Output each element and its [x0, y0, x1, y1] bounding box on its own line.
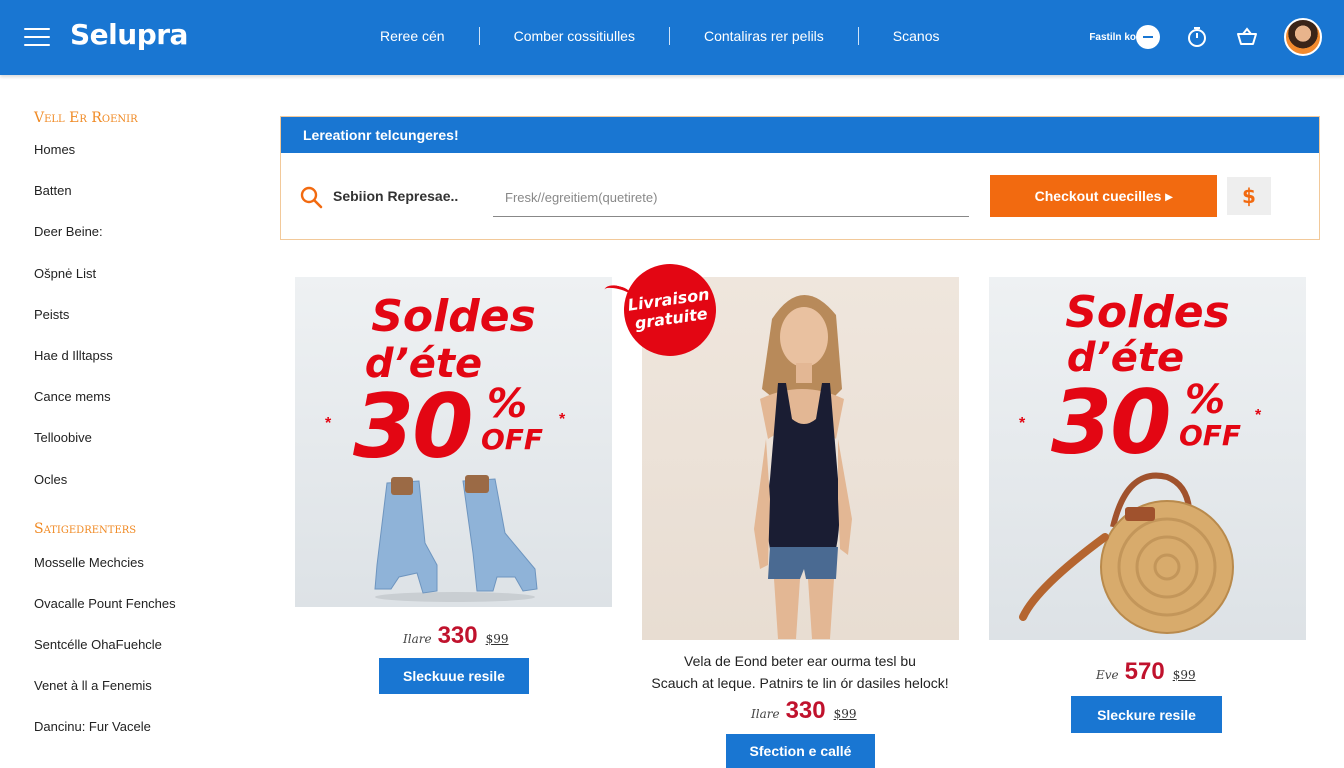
product-image-bag[interactable]: Soldes d’éte * 30 % OFF *	[989, 277, 1306, 640]
sidebar-item[interactable]: Homes	[34, 142, 254, 183]
nav-divider	[478, 27, 480, 45]
price-prefix: Ilare	[403, 632, 432, 646]
product-image-boots[interactable]: Soldes d’éte * 30 % OFF *	[295, 277, 612, 607]
price-prefix: Eve	[1096, 668, 1119, 682]
user-avatar[interactable]	[1284, 18, 1322, 56]
sidebar-item[interactable]: Ocles	[34, 472, 254, 513]
currency-button[interactable]: $	[1227, 177, 1271, 215]
sidebar-item[interactable]: Mosselle Mechcies	[34, 555, 254, 596]
price-row: Eve 570 $99	[1096, 658, 1196, 686]
star-icon: *	[1255, 407, 1262, 424]
sidebar-item[interactable]: Sentcélle OhaFuehcle	[34, 637, 254, 678]
price-row: Ilare 330 $99	[751, 697, 857, 725]
price-prefix: Ilare	[751, 707, 780, 721]
star-icon: *	[325, 415, 332, 432]
star-icon: *	[1019, 415, 1026, 432]
menu-icon[interactable]	[24, 28, 50, 46]
nav-link-2[interactable]: Comber cossitiulles	[514, 28, 635, 44]
description-line-2: Scauch at leque. Patnirs te lin ór dasil…	[651, 675, 949, 691]
sale-off: OFF	[481, 423, 544, 456]
sidebar-item[interactable]: Peists	[34, 307, 254, 348]
search-panel: Lereationr telcungeres! Sebiion Represae…	[280, 116, 1320, 240]
sidebar-item[interactable]: Deer Beine:	[34, 224, 254, 265]
star-icon: *	[559, 411, 566, 428]
brand-logo[interactable]: Selupra	[70, 18, 188, 51]
sidebar-item[interactable]: Cance mems	[34, 389, 254, 430]
nav-divider	[668, 27, 670, 45]
header-actions: Fastiln ko	[1089, 18, 1322, 56]
promo-banner: Lereationr telcungeres!	[281, 117, 1319, 153]
old-price: $99	[485, 632, 509, 646]
sidebar-item[interactable]: Venet à ll a Fenemis	[34, 678, 254, 719]
product-button[interactable]: Sfection e callé	[726, 734, 875, 768]
description-line-1: Vela de Eond beter ear ourma tesl bu	[684, 653, 916, 669]
sale-headline: Soldes	[1065, 287, 1230, 338]
price: 330	[437, 622, 478, 649]
sidebar-item[interactable]: Ovacalle Pount Fenches	[34, 596, 254, 637]
price: 330	[785, 697, 826, 724]
product-button[interactable]: Sleckuue resile	[379, 658, 529, 694]
cart-icon[interactable]	[1234, 24, 1260, 50]
sidebar-section-heading: Satigedrenters	[34, 520, 137, 537]
category-sidebar: Vell Er Roenir Homes Batten Deer Beine: …	[34, 110, 254, 761]
sale-percent: 30	[353, 375, 473, 478]
price-row: Ilare 330 $99	[403, 622, 509, 650]
product-description: Vela de Eond beter ear ourma tesl bu Sca…	[642, 650, 958, 694]
bag-image	[1019, 472, 1234, 634]
search-label: Sebiion Represae..	[333, 188, 459, 204]
sidebar-section-heading: Vell Er Roenir	[34, 110, 138, 126]
main-nav: Reree cén Comber cossitiulles Contaliras…	[380, 27, 940, 45]
search-input[interactable]	[493, 179, 969, 217]
sale-headline: Soldes	[371, 291, 536, 342]
timer-icon[interactable]	[1184, 24, 1210, 50]
old-price: $99	[833, 707, 857, 721]
model-image	[754, 294, 852, 639]
checkout-button[interactable]: Checkout cuecilles ▸	[990, 175, 1217, 217]
nav-link-4[interactable]: Scanos	[893, 28, 940, 44]
boots-image	[374, 475, 538, 602]
account-label[interactable]: Fastiln ko	[1089, 32, 1136, 43]
sidebar-item[interactable]: Dancinu: Fur Vacele	[34, 719, 254, 760]
nav-link-3[interactable]: Contaliras rer pelils	[704, 28, 824, 44]
sale-percent-sign: %	[487, 381, 528, 427]
nav-divider	[857, 27, 859, 45]
search-row: Sebiion Represae.. Checkout cuecilles ▸ …	[281, 153, 1319, 239]
old-price: $99	[1172, 668, 1196, 682]
sale-percent: 30	[1051, 371, 1171, 474]
nav-link-1[interactable]: Reree cén	[380, 28, 445, 44]
product-button[interactable]: Sleckure resile	[1071, 696, 1222, 733]
sidebar-item[interactable]: Hae d Illtapss	[34, 348, 254, 389]
search-icon	[299, 185, 323, 214]
minus-circle-icon[interactable]	[1136, 25, 1160, 49]
sidebar-item[interactable]: Batten	[34, 183, 254, 224]
sale-off: OFF	[1179, 419, 1242, 452]
top-navigation-bar: Selupra Reree cén Comber cossitiulles Co…	[0, 0, 1344, 75]
sidebar-item[interactable]: Telloobive	[34, 430, 254, 471]
sidebar-item[interactable]: Ošpnė List	[34, 266, 254, 307]
price: 570	[1124, 658, 1165, 685]
sale-percent-sign: %	[1185, 377, 1226, 423]
